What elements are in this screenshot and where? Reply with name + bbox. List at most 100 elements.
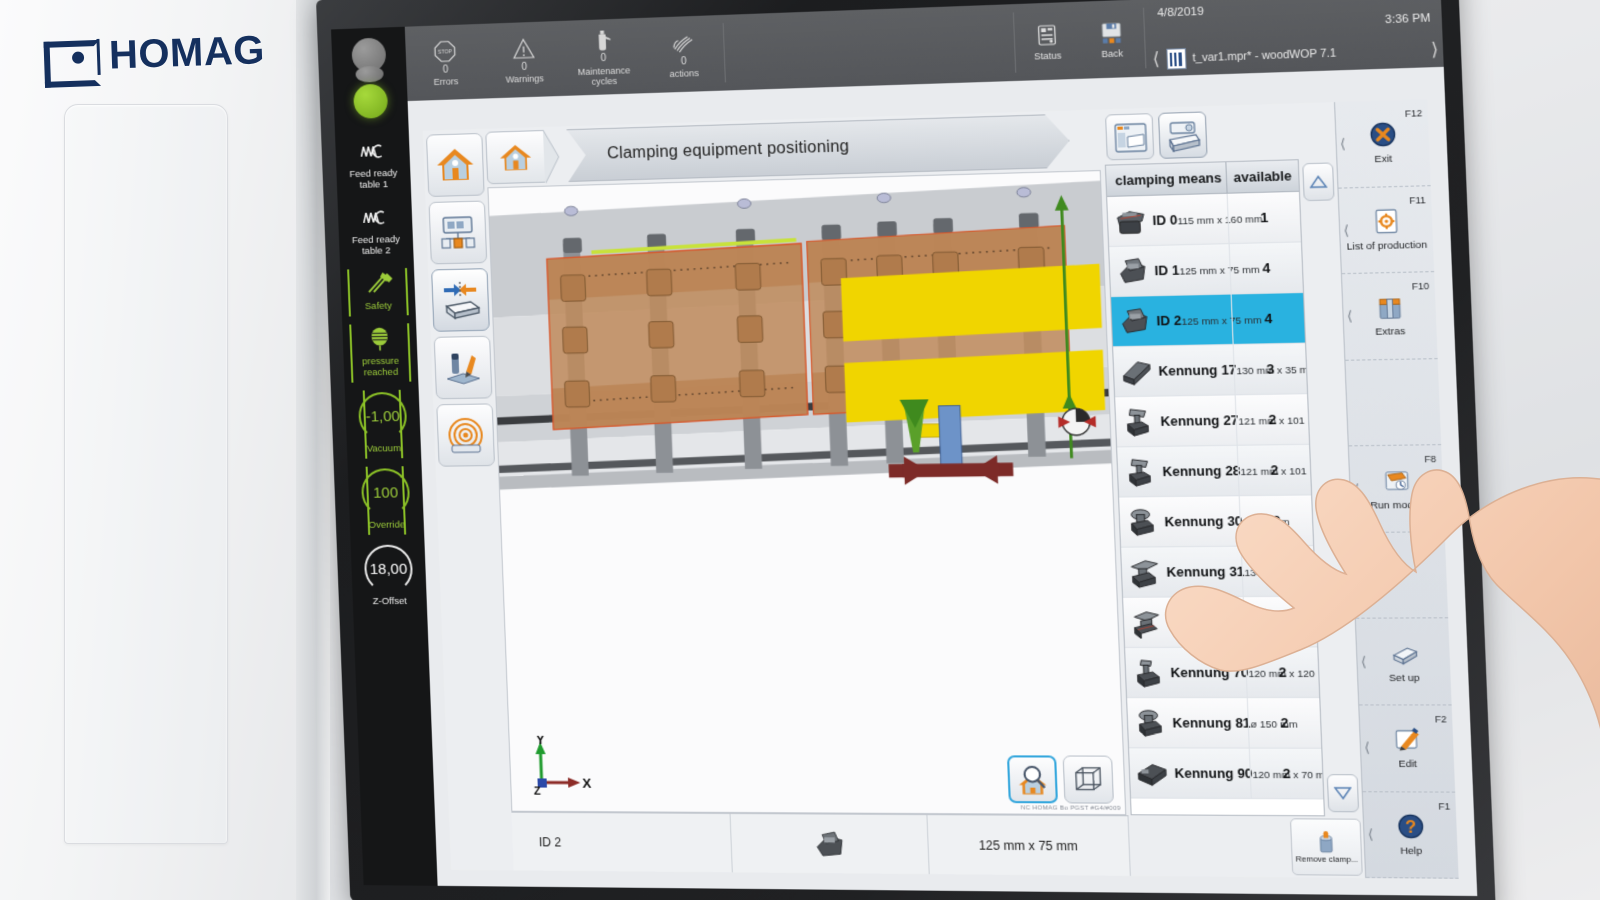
- wireframe-view-button[interactable]: [1063, 755, 1114, 803]
- fkey-label: Run modes: [1370, 499, 1424, 511]
- run-modes-icon: [1381, 466, 1411, 494]
- clamp-long-icon: [1135, 757, 1169, 789]
- table-row[interactable]: Kennung 17130 mm x 35 mm (drehbar)3: [1113, 344, 1307, 398]
- clamp-square-icon: [1129, 607, 1163, 639]
- row-clamping-means: Kennung 17130 mm x 35 mm (drehbar): [1113, 345, 1234, 396]
- scroll-down-button[interactable]: [1327, 774, 1359, 812]
- fkey-list-of-production[interactable]: ⟨F11List of production: [1339, 186, 1435, 275]
- alarm-errors[interactable]: STOP0Errors: [405, 24, 486, 101]
- extras-box-icon: [1374, 293, 1404, 321]
- fit-view-button[interactable]: [1007, 755, 1058, 803]
- clamp-angle-icon: [1117, 305, 1151, 337]
- clamp-post-icon: [1123, 456, 1157, 488]
- clamp-flat-icon: [1119, 355, 1153, 387]
- row-id-label: Kennung 17: [1158, 362, 1236, 378]
- breadcrumb-title[interactable]: Clamping equipment positioning: [566, 114, 1070, 182]
- list-table-icon: [1112, 120, 1148, 154]
- alarm-maintenance-cycles[interactable]: 0Maintenance cycles: [562, 18, 645, 96]
- scroll-up-icon: [1309, 174, 1327, 189]
- rail-item-safety: Safety: [340, 264, 416, 321]
- view-controls: [1007, 755, 1114, 803]
- row-clamping-means: ID 0115 mm x 160 mm: [1107, 194, 1228, 246]
- row-available-value: 1: [1243, 597, 1317, 647]
- date-label: 4/8/2019: [1157, 5, 1204, 19]
- clamp-wide-icon: [1127, 556, 1161, 588]
- row-available-value: 2: [1239, 495, 1313, 545]
- screenshot-root: HOMAG Feed ready table 1Feed ready table…: [0, 0, 1600, 900]
- alarm-actions[interactable]: 0actions: [642, 15, 725, 93]
- oil-can-icon: [590, 27, 615, 52]
- tool-machine-overview[interactable]: [429, 201, 488, 265]
- screen-surface: Clamping equipment positioning: [331, 0, 1477, 896]
- alarm-warnings[interactable]: 0Warnings: [483, 21, 565, 99]
- breadcrumb-home-button[interactable]: [485, 130, 546, 184]
- fkey-run-modes[interactable]: ⟨F8Run modes: [1349, 445, 1445, 532]
- scroll-up-button[interactable]: [1302, 162, 1334, 201]
- tab-list-view[interactable]: [1105, 113, 1154, 160]
- tool-clamping-positioning[interactable]: [431, 268, 490, 332]
- table-row[interactable]: Kennung 70120 mm x 120 mm2: [1125, 647, 1319, 698]
- clamp-angle-icon: [1117, 305, 1151, 337]
- tool-home[interactable]: [426, 133, 485, 197]
- row-available-value: 4: [1231, 293, 1305, 344]
- clamp-block-icon: [1113, 205, 1147, 237]
- fkey-extras[interactable]: ⟨F10Extras: [1342, 272, 1438, 360]
- status-clamp-icon-cell: [731, 814, 930, 874]
- fkey-arrow-icon: ⟨: [1340, 136, 1346, 153]
- clamp-post-icon: [1121, 406, 1155, 438]
- fkey-set-up[interactable]: ⟨Set up: [1356, 619, 1452, 706]
- prev-file-icon[interactable]: ⟨: [1152, 49, 1160, 70]
- woodwop-file-icon: [1166, 48, 1186, 70]
- tool-drill-target[interactable]: [436, 403, 495, 466]
- save-disk-icon: [1098, 19, 1125, 45]
- alarm-counters: STOP0Errors0Warnings0Maintenance cycles0…: [405, 15, 725, 101]
- panel-tabs: [1103, 104, 1336, 164]
- signal-lamp-grey-small: [355, 66, 384, 83]
- fkey-help[interactable]: ⟨F1?Help: [1363, 792, 1459, 879]
- machine-door-panel: [64, 104, 228, 844]
- clamp-angle-icon: [811, 828, 848, 859]
- pencil-tool-icon: [442, 347, 484, 388]
- tab-clamp-view[interactable]: [1158, 111, 1208, 159]
- clamping-means-table: clamping means available ID 0115 mm x 16…: [1105, 159, 1325, 816]
- fkey-edit[interactable]: ⟨F2Edit: [1359, 705, 1455, 792]
- fkey-label: List of production: [1347, 239, 1428, 253]
- status-clamp-size: 125 mm x 75 mm: [927, 815, 1130, 876]
- topbar-back-button[interactable]: Back: [1078, 0, 1146, 79]
- topbar-button-label: Status: [1034, 50, 1062, 61]
- alarm-label: Maintenance cycles: [564, 64, 645, 88]
- alarm-count: 0: [443, 65, 449, 76]
- fkey-exit[interactable]: ⟨F12Exit: [1335, 99, 1431, 188]
- table-row[interactable]: Kennung 30ø 130 mm2: [1119, 495, 1313, 547]
- viewport-watermark: NC HOMAG Bo PGST #G4/#009: [1021, 805, 1121, 812]
- topbar-status-button[interactable]: Status: [1014, 2, 1081, 81]
- house-icon: [434, 144, 476, 185]
- table-row[interactable]: Kennung 90120 mm x 70 mm2: [1129, 748, 1323, 799]
- row-id-label: Kennung 27: [1160, 413, 1239, 429]
- table-row[interactable]: Kennung 27121 mm x 101 mm2: [1115, 394, 1309, 447]
- alarm-label: actions: [669, 68, 699, 80]
- 3d-viewport[interactable]: Y X Z: [487, 170, 1126, 815]
- table-row[interactable]: Kennung 31134 mm x 150 mm2: [1121, 546, 1315, 598]
- table-row[interactable]: Kennung 32170 mm x 170 mm1: [1123, 597, 1317, 648]
- gauge-value: 100: [361, 468, 411, 517]
- clamp-angle-icon: [1115, 255, 1149, 287]
- tool-tool-edit[interactable]: [434, 336, 493, 400]
- svg-text:Y: Y: [536, 736, 546, 747]
- table-row[interactable]: ID 2125 mm x 75 mm4: [1111, 293, 1305, 347]
- topbar-button-label: Back: [1101, 48, 1123, 59]
- table-row[interactable]: ID 0115 mm x 160 mm1: [1107, 192, 1301, 247]
- fkey-number: F10: [1412, 281, 1430, 292]
- rail-item-label: Safety: [365, 301, 392, 313]
- row-available-value: 2: [1237, 445, 1311, 495]
- table-row[interactable]: Kennung 81ø 150 mm2: [1127, 698, 1321, 749]
- row-id-label: Kennung 70: [1170, 665, 1249, 680]
- next-file-icon[interactable]: ⟩: [1431, 39, 1439, 60]
- table-row[interactable]: ID 1125 mm x 75 mm4: [1109, 242, 1303, 297]
- header-available: available: [1225, 160, 1299, 192]
- fkey-number: F1: [1438, 801, 1450, 812]
- row-available-value: 4: [1229, 242, 1303, 293]
- table-row[interactable]: Kennung 28121 mm x 101 mm2: [1117, 445, 1311, 498]
- remove-clamp-button[interactable]: Remove clamp...: [1290, 818, 1363, 876]
- clamp-wide-icon: [1127, 556, 1161, 588]
